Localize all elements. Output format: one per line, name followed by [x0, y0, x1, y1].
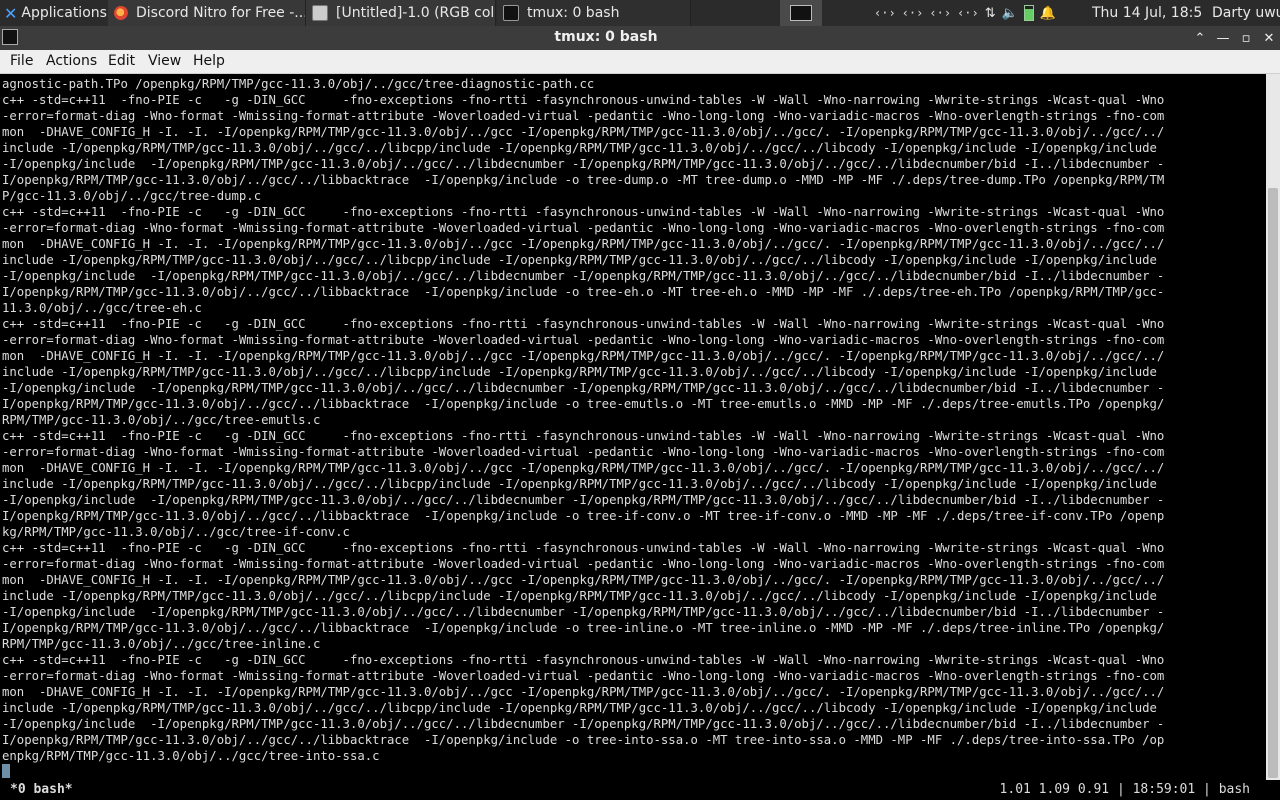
terminal-line: I/openpkg/RPM/TMP/gcc-11.3.0/obj/../gcc/… — [2, 173, 1165, 187]
terminal-line: I/openpkg/RPM/TMP/gcc-11.3.0/obj/../gcc/… — [2, 285, 1165, 299]
terminal-line: -error=format-diag -Wno-format -Wmissing… — [2, 669, 1165, 683]
terminal-line: -error=format-diag -Wno-format -Wmissing… — [2, 333, 1165, 347]
minimize-button[interactable]: — — [1213, 28, 1233, 48]
terminal-line: I/openpkg/RPM/TMP/gcc-11.3.0/obj/../gcc/… — [2, 397, 1165, 411]
terminal-line: mon -DHAVE_CONFIG_H -I. -I. -I/openpkg/R… — [2, 125, 1165, 139]
terminal-line: include -I/openpkg/RPM/TMP/gcc-11.3.0/ob… — [2, 253, 1157, 267]
menu-bar: File Actions Edit View Help — [0, 50, 1280, 74]
terminal-line: -error=format-diag -Wno-format -Wmissing… — [2, 221, 1165, 235]
menu-help[interactable]: Help — [193, 53, 225, 69]
terminal-line: c++ -std=c++11 -fno-PIE -c -g -DIN_GCC -… — [2, 93, 1165, 107]
terminal-output[interactable]: agnostic-path.TPo /openpkg/RPM/TMP/gcc-1… — [0, 74, 1280, 780]
terminal-line: I/openpkg/RPM/TMP/gcc-11.3.0/obj/../gcc/… — [2, 621, 1165, 635]
close-button[interactable]: ✕ — [1259, 28, 1279, 48]
system-tray: ‹·› ‹·› ‹·› ‹·› ⇅ 🔈 🔔 — [874, 0, 1084, 26]
terminal-line: RPM/TMP/gcc-11.3.0/obj/../gcc/tree-inlin… — [2, 637, 321, 651]
terminal-line: kg/RPM/TMP/gcc-11.3.0/obj/../gcc/tree-if… — [2, 525, 350, 539]
terminal-line: -I/openpkg/include -I/openpkg/RPM/TMP/gc… — [2, 157, 1165, 171]
terminal-icon — [503, 5, 519, 21]
top-panel: ✕ Applications ≡ Discord Nitro for Free … — [0, 0, 1280, 26]
taskbar-item-discord[interactable]: Discord Nitro for Free -... — [108, 0, 306, 26]
taskbar-item-label: Discord Nitro for Free -... — [136, 5, 306, 21]
terminal-line: -I/openpkg/include -I/openpkg/RPM/TMP/gc… — [2, 605, 1165, 619]
applications-label: Applications — [21, 5, 107, 21]
scrollbar-thumb[interactable] — [1268, 188, 1278, 778]
workspace-switcher[interactable] — [780, 0, 822, 26]
terminal-line: mon -DHAVE_CONFIG_H -I. -I. -I/openpkg/R… — [2, 685, 1165, 699]
tmux-status-right: 1.01 1.09 0.91 | 18:59:01 | bash — [999, 782, 1250, 797]
taskbar-item-tmux[interactable]: tmux: 0 bash — [497, 0, 691, 26]
terminal-line: enpkg/RPM/TMP/gcc-11.3.0/obj/../gcc/tree… — [2, 749, 380, 763]
network-icon[interactable]: ‹·› — [902, 6, 924, 20]
menu-view[interactable]: View — [148, 53, 181, 69]
network-icon[interactable]: ‹·› — [874, 6, 896, 20]
network-icon[interactable]: ‹·› — [929, 6, 951, 20]
terminal-line: P/gcc-11.3.0/obj/../gcc/tree-dump.c — [2, 189, 262, 203]
tmux-status-bar: *0 bash* 1.01 1.09 0.91 | 18:59:01 | bas… — [0, 780, 1280, 800]
terminal-line: 11.3.0/obj/../gcc/tree-eh.c — [2, 301, 202, 315]
terminal-line: include -I/openpkg/RPM/TMP/gcc-11.3.0/ob… — [2, 365, 1157, 379]
taskbar-item-gimp[interactable]: [Untitled]-1.0 (RGB col... — [306, 0, 496, 26]
clock[interactable]: Thu 14 Jul, 18:59 — [1092, 0, 1202, 26]
terminal-line: mon -DHAVE_CONFIG_H -I. -I. -I/openpkg/R… — [2, 573, 1165, 587]
terminal-cursor — [2, 764, 10, 778]
terminal-line: -error=format-diag -Wno-format -Wmissing… — [2, 557, 1165, 571]
notifications-bell-icon[interactable]: 🔔 — [1040, 6, 1056, 21]
terminal-line: c++ -std=c++11 -fno-PIE -c -g -DIN_GCC -… — [2, 205, 1165, 219]
terminal-line: I/openpkg/RPM/TMP/gcc-11.3.0/obj/../gcc/… — [2, 509, 1165, 523]
terminal-line: c++ -std=c++11 -fno-PIE -c -g -DIN_GCC -… — [2, 429, 1165, 443]
terminal-line: mon -DHAVE_CONFIG_H -I. -I. -I/openpkg/R… — [2, 237, 1165, 251]
terminal-line: -I/openpkg/include -I/openpkg/RPM/TMP/gc… — [2, 493, 1165, 507]
terminal-lines: agnostic-path.TPo /openpkg/RPM/TMP/gcc-1… — [2, 76, 1260, 764]
volume-icon[interactable]: 🔈 — [1002, 6, 1018, 21]
terminal-line: -error=format-diag -Wno-format -Wmissing… — [2, 109, 1165, 123]
network-icon[interactable]: ‹·› — [957, 6, 979, 20]
battery-icon[interactable] — [1023, 5, 1034, 21]
menu-actions[interactable]: Actions — [46, 53, 97, 69]
firefox-icon — [114, 6, 128, 20]
scrollbar[interactable] — [1266, 74, 1280, 780]
terminal-line: include -I/openpkg/RPM/TMP/gcc-11.3.0/ob… — [2, 589, 1157, 603]
terminal-line: -I/openpkg/include -I/openpkg/RPM/TMP/gc… — [2, 381, 1165, 395]
terminal-line: include -I/openpkg/RPM/TMP/gcc-11.3.0/ob… — [2, 477, 1157, 491]
terminal-line: -I/openpkg/include -I/openpkg/RPM/TMP/gc… — [2, 269, 1165, 283]
window-titlebar[interactable]: tmux: 0 bash ⌃ — ▫ ✕ — [0, 26, 1280, 50]
terminal-line: mon -DHAVE_CONFIG_H -I. -I. -I/openpkg/R… — [2, 461, 1165, 475]
terminal-line: c++ -std=c++11 -fno-PIE -c -g -DIN_GCC -… — [2, 541, 1165, 555]
taskbar-item-label: [Untitled]-1.0 (RGB col... — [336, 5, 496, 21]
terminal-line: -error=format-diag -Wno-format -Wmissing… — [2, 445, 1165, 459]
terminal-line: agnostic-path.TPo /openpkg/RPM/TMP/gcc-1… — [2, 77, 595, 91]
tmux-window-tab[interactable]: *0 bash* — [10, 782, 73, 797]
terminal-line: include -I/openpkg/RPM/TMP/gcc-11.3.0/ob… — [2, 141, 1157, 155]
terminal-line: mon -DHAVE_CONFIG_H -I. -I. -I/openpkg/R… — [2, 349, 1165, 363]
terminal-line: -I/openpkg/include -I/openpkg/RPM/TMP/gc… — [2, 717, 1165, 731]
network-transfer-icon[interactable]: ⇅ — [985, 6, 996, 21]
taskbar-item-label: tmux: 0 bash — [527, 5, 620, 21]
terminal-line: RPM/TMP/gcc-11.3.0/obj/../gcc/tree-emutl… — [2, 413, 321, 427]
workspace-thumbnail-icon — [790, 5, 812, 21]
shade-window-button[interactable]: ⌃ — [1190, 28, 1210, 48]
menu-edit[interactable]: Edit — [108, 53, 135, 69]
maximize-button[interactable]: ▫ — [1236, 28, 1256, 48]
user-menu[interactable]: Darty uwu — [1212, 0, 1280, 26]
xfce-logo-icon: ✕ — [4, 3, 18, 23]
terminal-line: c++ -std=c++11 -fno-PIE -c -g -DIN_GCC -… — [2, 653, 1165, 667]
terminal-line: I/openpkg/RPM/TMP/gcc-11.3.0/obj/../gcc/… — [2, 733, 1165, 747]
applications-menu[interactable]: ✕ Applications ≡ — [0, 0, 108, 26]
gimp-icon — [312, 5, 328, 21]
window-title: tmux: 0 bash — [554, 29, 658, 45]
terminal-line: include -I/openpkg/RPM/TMP/gcc-11.3.0/ob… — [2, 701, 1157, 715]
terminal-line: c++ -std=c++11 -fno-PIE -c -g -DIN_GCC -… — [2, 317, 1165, 331]
menu-file[interactable]: File — [10, 53, 33, 69]
